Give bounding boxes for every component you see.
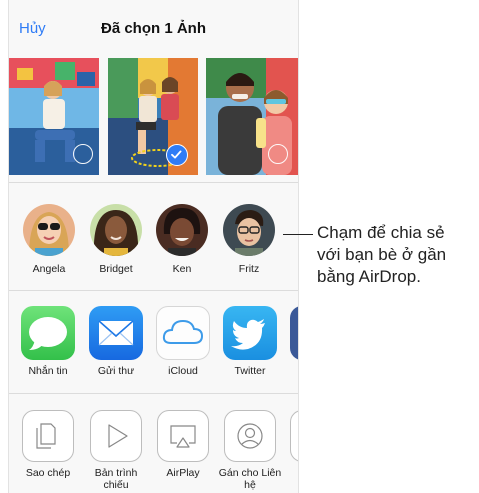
share-sheet: Hủy Đã chọn 1 Ảnh Angela Bridget Ken Fri… — [8, 0, 299, 493]
contact-name: Bridget — [99, 263, 133, 275]
airplay-icon — [157, 410, 209, 462]
app-messages[interactable]: Nhắn tin — [15, 306, 81, 377]
contact-name: Fritz — [238, 263, 260, 275]
airdrop-contact-angela[interactable]: Angela — [21, 204, 77, 275]
app-label: Gửi thư — [97, 365, 135, 377]
photo-strip[interactable] — [9, 58, 298, 176]
action-label: Sao chép — [25, 467, 71, 479]
callout-line — [283, 234, 313, 235]
avatar — [23, 204, 75, 256]
slideshow-icon — [90, 410, 142, 462]
app-label: iCloud — [168, 365, 198, 377]
airdrop-contact-bridget[interactable]: Bridget — [88, 204, 144, 275]
more-actions-peek[interactable] — [290, 410, 298, 462]
share-header: Hủy Đã chọn 1 Ảnh — [9, 0, 298, 50]
callout-line-3: bằng AirDrop. — [317, 267, 421, 286]
action-copy[interactable]: Sao chép — [15, 410, 81, 479]
avatar — [223, 204, 275, 256]
avatar — [156, 204, 208, 256]
app-icloud[interactable]: iCloud — [150, 306, 216, 377]
action-label: Bản trình chiếu — [94, 467, 138, 491]
divider — [9, 182, 298, 183]
twitter-icon — [223, 306, 277, 360]
app-mail[interactable]: Gửi thư — [83, 306, 149, 377]
more-apps-peek[interactable] — [290, 306, 298, 360]
photo-thumbnail-1[interactable] — [9, 58, 99, 175]
messages-icon — [21, 306, 75, 360]
app-label: Twitter — [234, 365, 266, 377]
callout-line-2: với bạn bè ở gần — [317, 245, 447, 264]
action-label: Gán cho Liên hệ — [218, 467, 282, 491]
airdrop-contact-ken[interactable]: Ken — [154, 204, 210, 275]
app-label: Nhắn tin — [28, 365, 68, 377]
divider — [9, 393, 298, 394]
app-twitter[interactable]: Twitter — [217, 306, 283, 377]
selection-circle-icon — [73, 144, 93, 164]
checkmark-icon — [166, 144, 188, 166]
action-label: AirPlay — [166, 467, 200, 479]
photo-thumbnail-3[interactable] — [206, 58, 298, 175]
airdrop-contact-fritz[interactable]: Fritz — [221, 204, 277, 275]
avatar — [90, 204, 142, 256]
action-airplay[interactable]: AirPlay — [150, 410, 216, 479]
divider — [9, 290, 298, 291]
action-assign-contact[interactable]: Gán cho Liên hệ — [217, 410, 283, 491]
photo-thumbnail-2[interactable] — [108, 58, 198, 175]
contact-name: Angela — [32, 263, 66, 275]
icloud-icon — [156, 306, 210, 360]
callout-line-1: Chạm để chia sẻ — [317, 223, 445, 242]
page-title: Đã chọn 1 Ảnh — [100, 20, 206, 37]
selection-circle-icon — [268, 144, 288, 164]
contact-name: Ken — [172, 263, 192, 275]
copy-icon — [22, 410, 74, 462]
airdrop-callout: Chạm để chia sẻ với bạn bè ở gần bằng Ai… — [317, 222, 446, 288]
mail-icon — [89, 306, 143, 360]
assign-contact-icon — [224, 410, 276, 462]
action-slideshow[interactable]: Bản trình chiếu — [83, 410, 149, 491]
